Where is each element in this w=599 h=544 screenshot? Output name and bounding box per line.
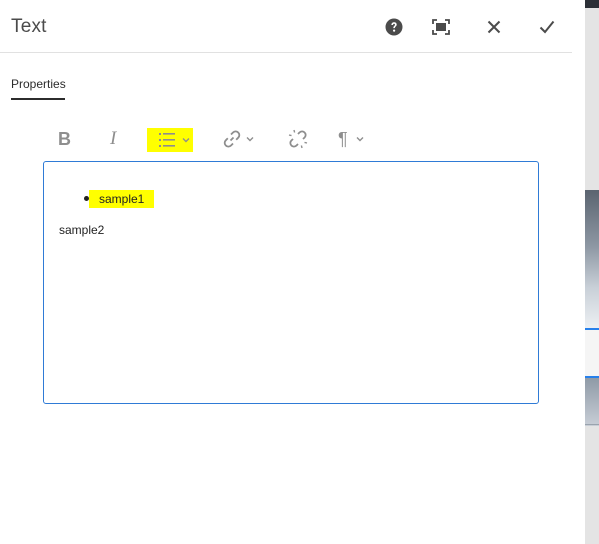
paragraph-icon: ¶ — [338, 128, 348, 149]
fullscreen-button[interactable] — [428, 14, 454, 40]
link-icon — [223, 130, 241, 148]
tab-properties[interactable]: Properties — [11, 77, 66, 91]
rich-text-editor[interactable]: sample1 sample2 — [43, 161, 539, 404]
background-image — [585, 378, 599, 426]
fullscreen-icon — [432, 19, 450, 35]
background-image — [585, 0, 599, 8]
unlink-icon — [288, 129, 308, 149]
dialog-header: Text — [0, 0, 572, 53]
tab-active-indicator — [11, 98, 65, 100]
dialog-title: Text — [11, 16, 47, 37]
bold-button[interactable]: B — [58, 126, 71, 152]
chevron-down-icon — [182, 138, 190, 143]
background-image — [585, 190, 599, 330]
chevron-down-icon — [356, 137, 364, 142]
paragraph[interactable]: sample2 — [59, 223, 104, 237]
list-button[interactable] — [147, 128, 193, 152]
unlink-button[interactable] — [288, 126, 308, 152]
chevron-down-icon — [246, 137, 254, 142]
checkmark-icon — [539, 20, 555, 34]
background-divider — [585, 424, 599, 425]
close-button[interactable] — [481, 14, 507, 40]
list-item[interactable]: sample1 — [89, 190, 155, 208]
help-icon — [385, 18, 403, 36]
done-button[interactable] — [534, 14, 560, 40]
bullet-list-icon — [159, 133, 175, 147]
italic-button[interactable]: I — [110, 126, 116, 152]
link-button[interactable] — [222, 126, 254, 152]
paragraph-format-button[interactable]: ¶ — [338, 126, 364, 152]
text-dialog: Text Properties B I ¶ sample1 sample2 — [0, 0, 585, 544]
help-button[interactable] — [381, 14, 407, 40]
background-panel — [585, 330, 599, 376]
close-icon — [487, 20, 501, 34]
